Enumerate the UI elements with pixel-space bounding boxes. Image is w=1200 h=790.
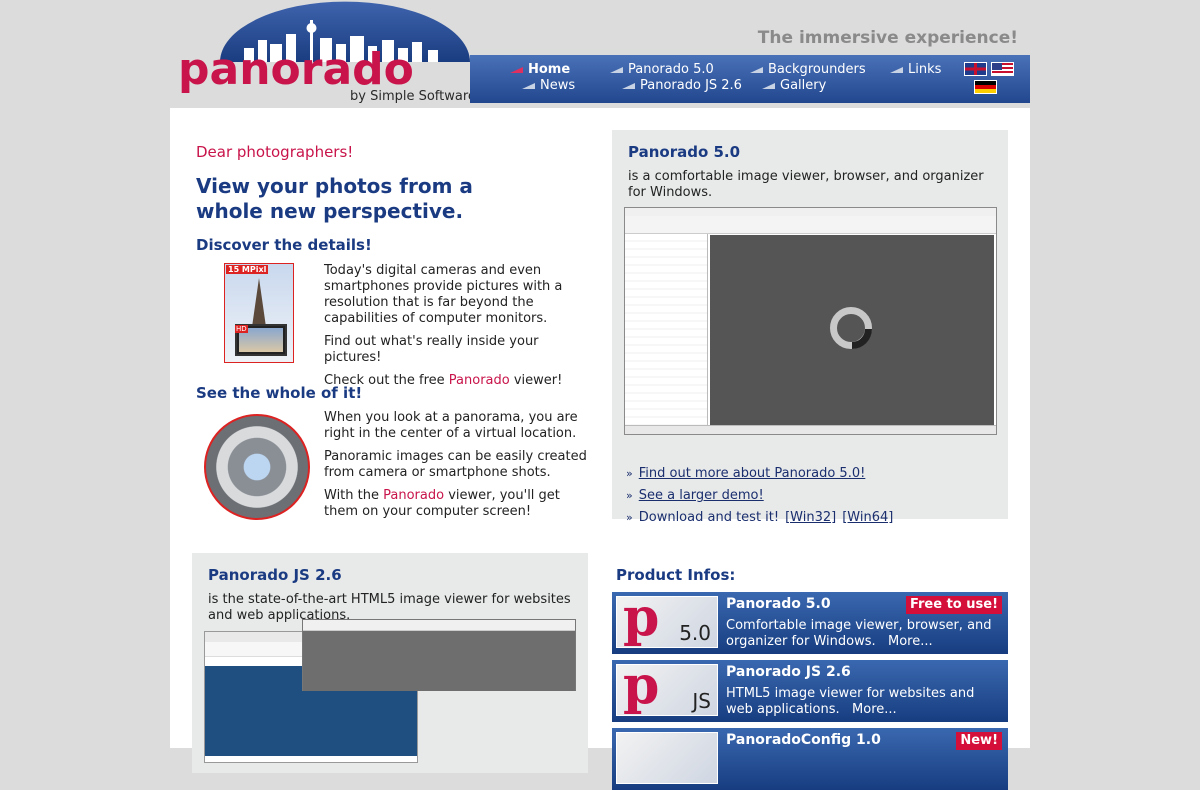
nav-label: Home <box>528 62 571 77</box>
loading-spinner-icon <box>830 307 872 349</box>
nav-label: News <box>540 78 576 93</box>
nav-news[interactable]: News <box>522 78 575 93</box>
details-paragraph-3: Check out the free Panorado viewer! <box>324 373 594 389</box>
find-out-more-link[interactable]: Find out more about Panorado 5.0! <box>639 463 866 485</box>
details-heading: Discover the details! <box>196 236 372 254</box>
product-desc-text: Comfortable image viewer, browser, and o… <box>726 618 992 649</box>
resolution-badge: 15 MPixl <box>226 265 269 274</box>
headline: View your photos from a whole new perspe… <box>196 174 473 223</box>
nav-arrow-icon <box>762 82 775 89</box>
nav-gallery[interactable]: Gallery <box>762 78 826 93</box>
product-desc-text: HTML5 image viewer for websites and web … <box>726 686 975 717</box>
panorado5-title: Panorado 5.0 <box>628 143 741 161</box>
product-card-panorado5[interactable]: p 5.0 Panorado 5.0 Free to use! Comforta… <box>612 592 1008 654</box>
uk-flag-icon[interactable] <box>964 62 987 76</box>
product-name: Panorado JS 2.6 <box>726 664 851 680</box>
whole-heading: See the whole of it! <box>196 384 363 402</box>
panorado-link[interactable]: Panorado <box>449 373 510 388</box>
viewer-window-body <box>303 631 575 691</box>
product-description: Comfortable image viewer, browser, and o… <box>726 618 996 650</box>
double-chevron-icon: » <box>626 511 633 524</box>
nav-links[interactable]: Links <box>890 62 941 77</box>
double-chevron-icon: » <box>626 489 633 502</box>
greeting: Dear photographers! <box>196 143 354 161</box>
nav-arrow-icon <box>522 82 535 89</box>
details-paragraph-1: Today's digital cameras and even smartph… <box>324 263 563 326</box>
nav-arrow-icon <box>610 66 623 73</box>
eiffel-tower-image: 15 MPixl HD <box>224 263 294 363</box>
details-text: Today's digital cameras and even smartph… <box>324 263 594 396</box>
link-row: » See a larger demo! <box>626 485 1006 507</box>
text-fragment: viewer! <box>509 373 563 388</box>
nav-panorado-5[interactable]: Panorado 5.0 <box>610 62 714 77</box>
double-chevron-icon: » <box>626 467 633 480</box>
nav-home[interactable]: Home <box>510 62 570 77</box>
panoradojs-box: Panorado JS 2.6 is the state-of-the-art … <box>192 553 588 773</box>
viewer-window-titlebar <box>303 620 575 631</box>
product-logo: p 5.0 <box>616 596 718 648</box>
screenshot-viewer <box>710 235 994 426</box>
panorado5-description: is a comfortable image viewer, browser, … <box>628 169 984 200</box>
viewer-window <box>302 619 576 691</box>
nav-backgrounders[interactable]: Backgrounders <box>750 62 866 77</box>
download-win32-link[interactable]: [Win32] <box>785 507 836 529</box>
nav-label: Gallery <box>780 78 827 93</box>
details-paragraph-2: Find out what's really inside your pictu… <box>324 334 539 365</box>
product-badge: Free to use! <box>905 596 1002 614</box>
site-logo[interactable]: panorado by Simple Software <box>170 0 500 108</box>
panorado5-screenshot[interactable] <box>624 207 997 435</box>
product-card-panoradoconfig[interactable]: PanoradoConfig 1.0 New! <box>612 728 1008 790</box>
nav-label: Links <box>908 62 942 77</box>
panorama-sphere-image <box>204 414 310 520</box>
panoradojs-title: Panorado JS 2.6 <box>208 566 342 584</box>
screenshot-titlebar <box>625 208 996 216</box>
download-text: Download and test it! <box>638 510 780 525</box>
panorado-link[interactable]: Panorado <box>383 488 444 503</box>
more-link[interactable]: More... <box>888 634 933 649</box>
screenshot-toolbar <box>625 216 996 234</box>
product-name: Panorado 5.0 <box>726 596 831 612</box>
nav-arrow-icon <box>890 66 903 73</box>
p-logo-icon: p <box>623 664 660 716</box>
whole-paragraph-2: Panoramic images can be easily created f… <box>324 449 587 480</box>
panorado5-links: » Find out more about Panorado 5.0! » See … <box>626 463 1006 529</box>
main-content: Dear photographers! View your photos fro… <box>170 108 1030 790</box>
panorado5-box: Panorado 5.0 is a comfortable image view… <box>612 130 1008 525</box>
product-name: PanoradoConfig 1.0 <box>726 732 881 748</box>
download-win64-link[interactable]: [Win64] <box>842 507 893 529</box>
logo-byline: by Simple Software <box>350 89 476 104</box>
de-flag-icon[interactable] <box>974 80 997 94</box>
screenshot-statusbar <box>625 425 996 434</box>
text-fragment: With the <box>324 488 384 503</box>
nav-arrow-icon <box>622 82 635 89</box>
tagline: The immersive experience! <box>757 28 1018 48</box>
product-logo-version: JS <box>692 689 711 713</box>
screenshot-folder-tree <box>625 234 708 426</box>
link-row: » Download and test it! [Win32] [Win64] <box>626 507 1006 529</box>
hd-badge: HD <box>235 325 248 333</box>
nav-arrow-icon <box>750 66 763 73</box>
logo-wordmark: panorado <box>178 44 414 95</box>
product-card-panoradojs[interactable]: p JS Panorado JS 2.6 HTML5 image viewer … <box>612 660 1008 722</box>
nav-label: Panorado 5.0 <box>628 62 714 77</box>
site-header: panorado by Simple Software The immersiv… <box>170 0 1030 108</box>
product-description: HTML5 image viewer for websites and web … <box>726 686 996 718</box>
product-logo: p JS <box>616 664 718 716</box>
whole-paragraph-1: When you look at a panorama, you are rig… <box>324 410 578 441</box>
nav-arrow-icon <box>510 66 523 73</box>
link-row: » Find out more about Panorado 5.0! <box>626 463 1006 485</box>
larger-demo-link[interactable]: See a larger demo! <box>639 485 764 507</box>
nav-label: Panorado JS 2.6 <box>640 78 742 93</box>
p-logo-icon: p <box>623 596 660 648</box>
main-nav: Home News Panorado 5.0 Panorado JS 2.6 B… <box>470 55 1030 103</box>
nav-panorado-js[interactable]: Panorado JS 2.6 <box>622 78 742 93</box>
product-badge: New! <box>956 732 1002 750</box>
us-flag-icon[interactable] <box>991 62 1014 76</box>
product-infos-heading: Product Infos: <box>616 566 736 584</box>
product-logo-version: 5.0 <box>679 621 711 645</box>
nav-label: Backgrounders <box>768 62 866 77</box>
more-link[interactable]: More... <box>852 702 897 717</box>
whole-paragraph-3: With the Panorado viewer, you'll get the… <box>324 488 594 520</box>
whole-text: When you look at a panorama, you are rig… <box>324 410 594 527</box>
